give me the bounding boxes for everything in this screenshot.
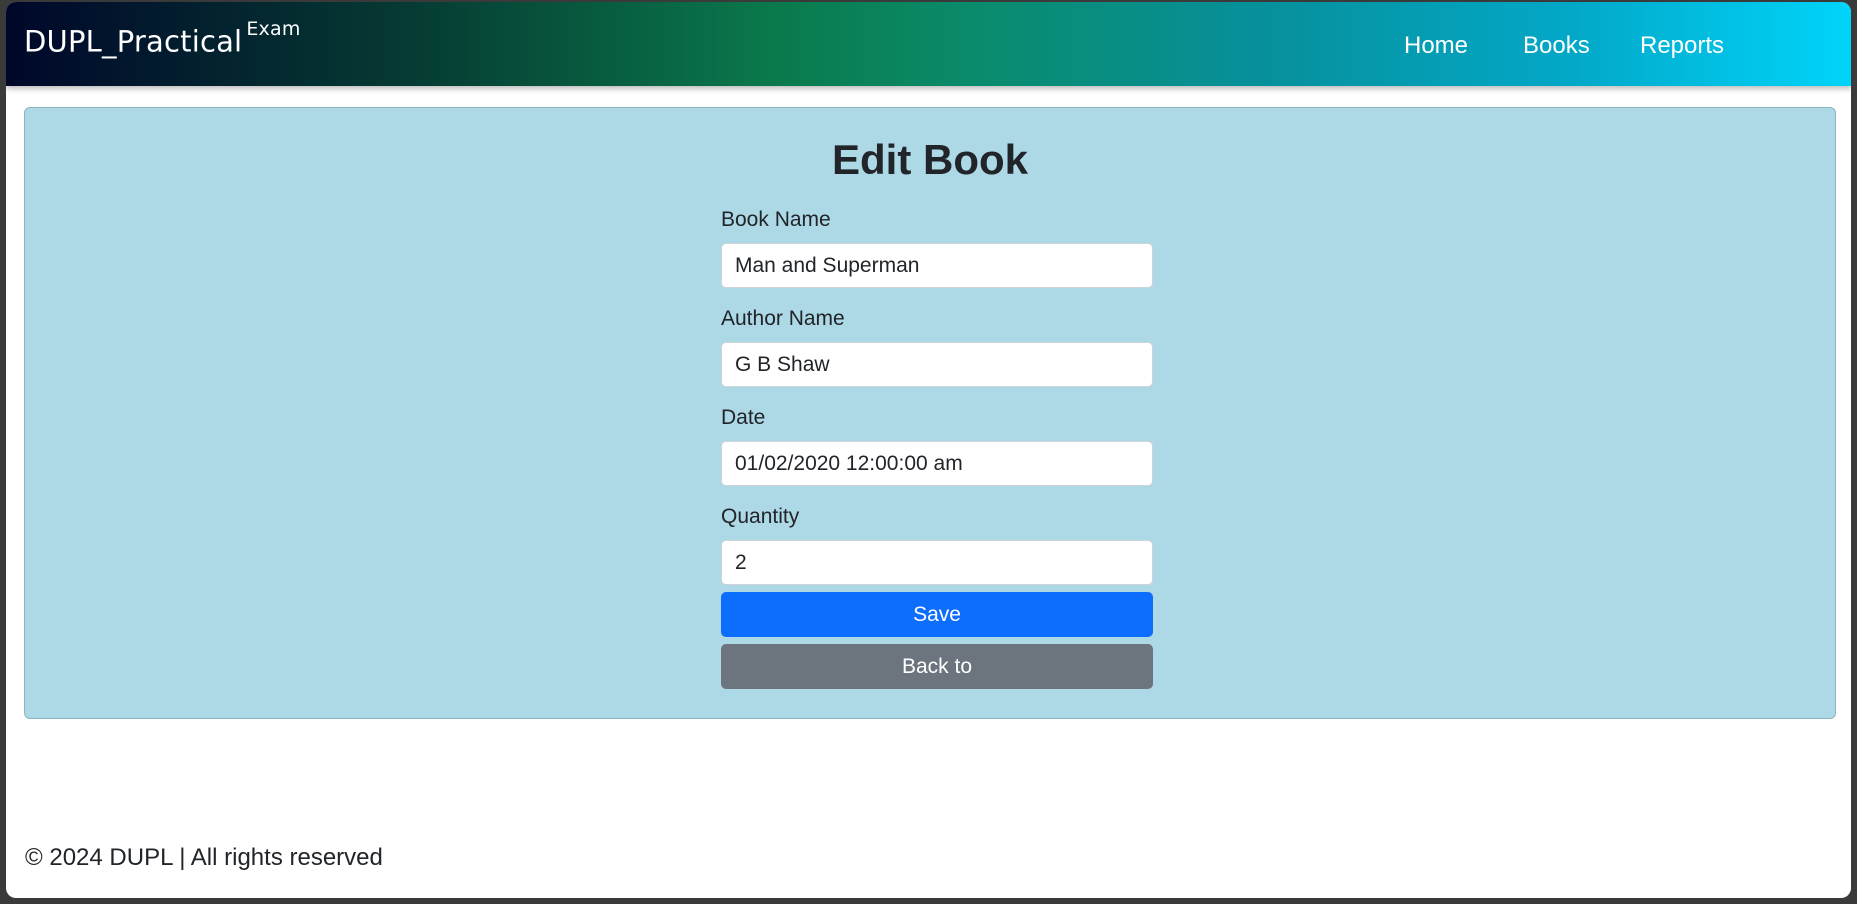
save-button[interactable]: Save (721, 592, 1153, 637)
edit-book-panel: Edit Book Book Name Author Name Date Qua… (24, 107, 1836, 719)
author-name-label: Author Name (721, 307, 845, 330)
book-name-input[interactable] (721, 243, 1153, 288)
brand-logo[interactable]: DUPL_Practical Exam (24, 18, 301, 59)
date-label: Date (721, 406, 766, 429)
author-name-input[interactable] (721, 342, 1153, 387)
nav-link-books[interactable]: Books (1523, 32, 1590, 60)
nav-link-home[interactable]: Home (1404, 32, 1468, 60)
browser-window: DUPL_Practical Exam Home Books Reports Ed… (6, 2, 1851, 898)
page-title: Edit Book (832, 136, 1028, 183)
navbar: DUPL_Practical Exam Home Books Reports (6, 2, 1851, 86)
quantity-input[interactable] (721, 540, 1153, 585)
book-name-label: Book Name (721, 208, 831, 231)
date-input[interactable] (721, 441, 1153, 486)
quantity-label: Quantity (721, 505, 800, 528)
back-button[interactable]: Back to (721, 644, 1153, 689)
footer-copyright: © 2024 DUPL | All rights reserved (25, 844, 383, 871)
brand-superscript: Exam (246, 18, 301, 40)
brand-name: DUPL_Practical (24, 24, 243, 59)
nav-link-reports[interactable]: Reports (1640, 32, 1724, 60)
